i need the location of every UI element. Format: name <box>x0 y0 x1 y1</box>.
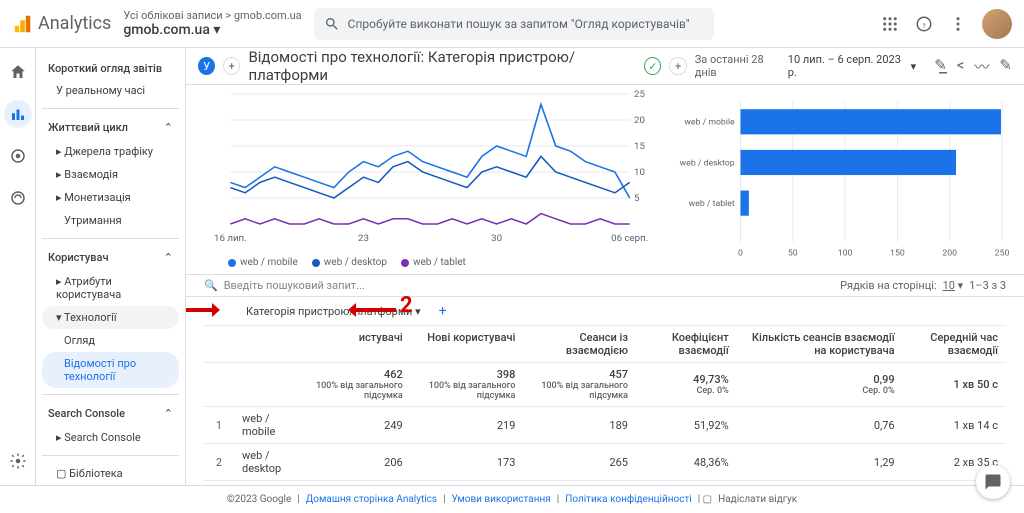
svg-text:20: 20 <box>634 115 645 126</box>
rail-explore-icon[interactable] <box>4 142 32 170</box>
line-chart-legend: web / mobileweb / desktopweb / tablet <box>198 253 651 274</box>
sidebar-monetization[interactable]: ▸ Монетизація <box>42 186 179 209</box>
sidebar-tech-details[interactable]: Відомості про технології <box>42 352 179 388</box>
svg-text:5: 5 <box>634 193 639 204</box>
rows-per-page-select[interactable]: 10 ▾ <box>943 279 964 292</box>
share-icon[interactable]: < <box>957 56 965 77</box>
svg-text:web / desktop: web / desktop <box>680 158 735 168</box>
primary-dimension-selector[interactable]: Категорія пристрою/платформи ▾ <box>246 305 421 318</box>
add-comparison-button[interactable]: + <box>669 57 686 75</box>
customize-icon[interactable]: ✎̲ <box>934 56 947 77</box>
date-range-picker[interactable]: За останні 28 днів 10 лип. – 6 серп. 202… <box>695 53 916 79</box>
table-toolbar: 🔍 Введіть пошуковий запит... Рядків на с… <box>186 275 1024 297</box>
rail-home-icon[interactable] <box>4 58 32 86</box>
search-icon: 🔍 <box>204 279 218 292</box>
report-header: У + Відомості про технології: Категорія … <box>186 48 1024 85</box>
sidebar-traffic[interactable]: ▸ Джерела трафіку <box>42 140 179 163</box>
breadcrumb-property: gmob.com.ua ▾ <box>123 22 301 39</box>
sidebar-search-console[interactable]: Search Console⌃ <box>42 401 179 426</box>
svg-text:25: 25 <box>634 89 645 100</box>
sidebar-lifecycle[interactable]: Життєвий цикл⌃ <box>42 115 179 140</box>
chevron-up-icon: ⌃ <box>164 407 173 420</box>
add-dimension-button[interactable]: + <box>439 303 447 319</box>
app-header: Analytics Усі облікові записи > gmob.com… <box>0 0 1024 48</box>
breadcrumb-path: Усі облікові записи > gmob.com.ua <box>123 9 301 22</box>
apps-icon[interactable] <box>880 14 900 34</box>
footer-home-link[interactable]: Домашня сторінка Analytics <box>306 494 437 505</box>
svg-text:250: 250 <box>995 248 1010 258</box>
status-check-icon[interactable]: ✓ <box>644 57 661 75</box>
table-search-input[interactable]: Введіть пошуковий запит... <box>224 279 365 292</box>
svg-text:100: 100 <box>838 248 853 258</box>
user-avatar[interactable] <box>982 9 1012 39</box>
bar-chart: 0 50 100 150 200 250 web / mobile web / desktop… <box>663 89 1012 274</box>
svg-text:30: 30 <box>491 233 502 244</box>
annotation-arrow-1 <box>186 301 220 319</box>
add-segment-button[interactable]: + <box>223 57 240 75</box>
analytics-logo-icon <box>12 13 34 35</box>
svg-text:50: 50 <box>788 248 798 258</box>
page-footer: ©2023 Google | Домашня сторінка Analytic… <box>0 485 1024 513</box>
svg-text:16 лип.: 16 лип. <box>214 233 247 244</box>
sidebar-overview[interactable]: Огляд <box>42 329 179 352</box>
reports-sidebar: Короткий огляд звітів У реальному часі Ж… <box>36 48 186 485</box>
sidebar-attributes[interactable]: ▸ Атрибути користувача <box>42 270 179 306</box>
account-breadcrumb[interactable]: Усі облікові записи > gmob.com.ua gmob.c… <box>123 9 301 39</box>
page-title: Відомості про технології: Категорія прис… <box>248 48 636 84</box>
svg-text:0: 0 <box>738 248 743 258</box>
search-input[interactable]: Спробуйте виконати пошук за запитом "Огл… <box>314 8 714 40</box>
dimension-header-row: 1 Категорія пристрою/платформи ▾ + 2 <box>186 297 1024 325</box>
feedback-chat-button[interactable] <box>976 465 1010 499</box>
svg-text:?: ? <box>922 21 925 29</box>
sidebar-search-console-item[interactable]: ▸ Search Console <box>42 426 179 449</box>
rail-admin-icon[interactable] <box>4 447 32 475</box>
chat-icon <box>984 473 1002 491</box>
svg-text:200: 200 <box>943 248 958 258</box>
svg-text:15: 15 <box>634 141 645 152</box>
product-name: Analytics <box>38 13 111 34</box>
footer-terms-link[interactable]: Умови використання <box>452 494 551 505</box>
sidebar-reports-overview[interactable]: Короткий огляд звітів <box>42 58 179 79</box>
svg-text:web / tablet: web / tablet <box>689 199 735 209</box>
chevron-up-icon: ⌃ <box>164 251 173 264</box>
sidebar-realtime[interactable]: У реальному часі <box>42 79 179 102</box>
svg-text:150: 150 <box>890 248 905 258</box>
data-table: истувачіНові користувачіСеанси із взаємо… <box>186 325 1024 485</box>
svg-text:web / mobile: web / mobile <box>685 118 736 128</box>
segment-pill[interactable]: У <box>198 57 215 75</box>
content-area: У + Відомості про технології: Категорія … <box>186 48 1024 485</box>
chevron-up-icon: ⌃ <box>164 121 173 134</box>
nav-rail <box>0 48 36 485</box>
sidebar-tech[interactable]: ▾ Технології <box>42 306 179 329</box>
rail-advertising-icon[interactable] <box>4 184 32 212</box>
footer-feedback[interactable]: Надіслати відгук <box>718 494 797 505</box>
sidebar-engagement[interactable]: ▸ Взаємодія <box>42 163 179 186</box>
search-icon <box>324 16 340 32</box>
help-icon[interactable]: ? <box>914 14 934 34</box>
rail-reports-icon[interactable] <box>4 100 32 128</box>
sidebar-user[interactable]: Користувач⌃ <box>42 245 179 270</box>
sidebar-library[interactable]: ▢ Бібліотека <box>42 462 179 485</box>
footer-privacy-link[interactable]: Політика конфіденційності <box>565 494 692 505</box>
search-placeholder: Спробуйте виконати пошук за запитом "Огл… <box>348 17 690 31</box>
insights-icon[interactable]: 〰 <box>974 56 989 77</box>
edit-icon[interactable]: ✎ <box>999 56 1012 77</box>
svg-text:23: 23 <box>358 233 369 244</box>
pagination-range: 1–3 з 3 <box>969 279 1006 292</box>
line-chart: 5 10 15 20 25 16 лип. 23 30 06 серп. web / mobil… <box>198 89 651 274</box>
logo[interactable]: Analytics <box>12 13 111 35</box>
rows-per-page-label: Рядків на сторінці: <box>840 279 936 292</box>
svg-text:10: 10 <box>634 167 645 178</box>
more-vert-icon[interactable] <box>948 14 968 34</box>
sidebar-retention[interactable]: Утримання <box>42 209 179 232</box>
svg-text:06 серп.: 06 серп. <box>611 233 648 244</box>
